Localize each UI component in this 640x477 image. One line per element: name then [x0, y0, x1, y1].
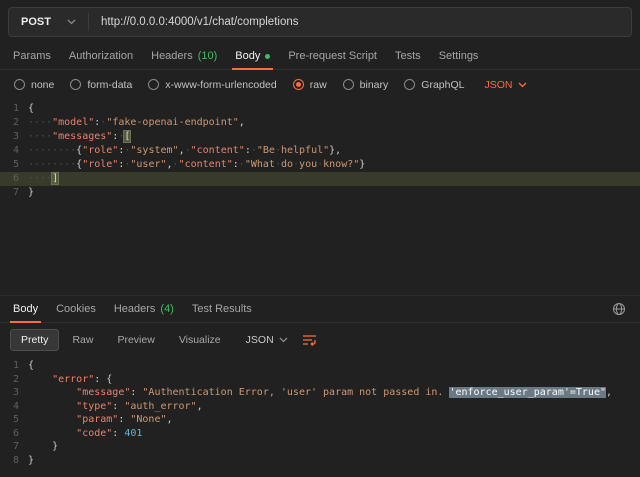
- radio-label: none: [31, 79, 54, 91]
- response-tab-test-results[interactable]: Test Results: [183, 296, 261, 322]
- body-type-form-data[interactable]: form-data: [70, 79, 132, 91]
- body-type-row: none form-data x-www-form-urlencoded raw…: [0, 70, 640, 99]
- tab-label: Cookies: [56, 303, 96, 315]
- api-client-window: POST http://0.0.0.0:4000/v1/chat/complet…: [0, 0, 640, 476]
- code-line: 3····"messages":·[: [0, 130, 640, 144]
- tab-params[interactable]: Params: [4, 43, 60, 69]
- code-line: 7}: [0, 186, 640, 200]
- view-tab-raw[interactable]: Raw: [61, 329, 104, 351]
- code-line: 4 "type": "auth_error",: [0, 400, 640, 414]
- code-line: 1{: [0, 359, 640, 373]
- radio-icon: [148, 79, 159, 90]
- response-tabs: Body Cookies Headers (4) Test Results: [0, 295, 640, 323]
- tab-settings[interactable]: Settings: [430, 43, 488, 69]
- request-body-editor[interactable]: 1{2····"model":·"fake-openai-endpoint",3…: [0, 99, 640, 295]
- code-line: 7 }: [0, 440, 640, 454]
- response-headers-count: (4): [160, 303, 173, 315]
- radio-label: raw: [310, 79, 327, 91]
- tab-tests[interactable]: Tests: [386, 43, 430, 69]
- globe-icon[interactable]: [612, 302, 626, 316]
- chevron-down-icon: [279, 337, 288, 343]
- green-dot-icon: [265, 54, 270, 59]
- response-tab-headers[interactable]: Headers (4): [105, 296, 183, 322]
- tab-label: Settings: [439, 50, 479, 62]
- response-toolbar: Pretty Raw Preview Visualize JSON: [0, 323, 640, 356]
- method-label: POST: [21, 16, 51, 28]
- view-tab-pretty[interactable]: Pretty: [10, 329, 59, 351]
- tab-headers[interactable]: Headers (10): [142, 43, 226, 69]
- body-language-dropdown[interactable]: JSON: [484, 79, 526, 91]
- body-type-graphql[interactable]: GraphQL: [404, 79, 464, 91]
- tab-label: Headers: [151, 50, 193, 62]
- code-line: 8}: [0, 454, 640, 468]
- response-language-label: JSON: [246, 334, 274, 346]
- radio-selected-icon: [293, 79, 304, 90]
- tab-label: Body: [13, 303, 38, 315]
- radio-icon: [14, 79, 25, 90]
- tab-label: Test Results: [192, 303, 252, 315]
- request-url-bar: POST http://0.0.0.0:4000/v1/chat/complet…: [8, 7, 632, 37]
- response-language-dropdown[interactable]: JSON: [246, 334, 288, 346]
- request-tabs: Params Authorization Headers (10) Body Pr…: [0, 43, 640, 70]
- tab-body[interactable]: Body: [226, 43, 279, 69]
- response-header-actions: [612, 296, 636, 322]
- radio-label: binary: [360, 79, 389, 91]
- radio-icon: [404, 79, 415, 90]
- code-line: 1{: [0, 102, 640, 116]
- tab-label: Body: [235, 50, 260, 62]
- radio-icon: [343, 79, 354, 90]
- chevron-down-icon: [67, 19, 76, 25]
- wrap-lines-icon[interactable]: [302, 334, 317, 346]
- view-tab-preview[interactable]: Preview: [106, 329, 165, 351]
- body-type-binary[interactable]: binary: [343, 79, 389, 91]
- response-tab-body[interactable]: Body: [4, 296, 47, 322]
- tab-label: Tests: [395, 50, 421, 62]
- tab-label: Headers: [114, 303, 156, 315]
- code-line: 5········{"role":·"user",·"content":·"Wh…: [0, 158, 640, 172]
- method-selector[interactable]: POST: [9, 16, 88, 28]
- code-line: 6····]: [0, 172, 640, 186]
- radio-icon: [70, 79, 81, 90]
- response-body-viewer[interactable]: 1{2 "error": {3 "message": "Authenticati…: [0, 356, 640, 476]
- code-line: 2 "error": {: [0, 373, 640, 387]
- body-type-raw[interactable]: raw: [293, 79, 327, 91]
- body-language-label: JSON: [484, 79, 512, 91]
- radio-label: x-www-form-urlencoded: [165, 79, 276, 91]
- divider: [88, 13, 89, 31]
- radio-label: form-data: [87, 79, 132, 91]
- tab-pre-request-script[interactable]: Pre-request Script: [279, 43, 386, 69]
- code-line: 4········{"role":·"system",·"content":·"…: [0, 144, 640, 158]
- code-line: 6 "code": 401: [0, 427, 640, 441]
- code-line: 2····"model":·"fake-openai-endpoint",: [0, 116, 640, 130]
- body-type-x-www-form-urlencoded[interactable]: x-www-form-urlencoded: [148, 79, 276, 91]
- url-input[interactable]: http://0.0.0.0:4000/v1/chat/completions: [101, 16, 299, 28]
- radio-label: GraphQL: [421, 79, 464, 91]
- headers-count: (10): [198, 50, 218, 62]
- chevron-down-icon: [518, 82, 527, 88]
- response-tab-cookies[interactable]: Cookies: [47, 296, 105, 322]
- tab-label: Authorization: [69, 50, 133, 62]
- tab-authorization[interactable]: Authorization: [60, 43, 142, 69]
- request-url-row: POST http://0.0.0.0:4000/v1/chat/complet…: [0, 0, 640, 43]
- tab-label: Pre-request Script: [288, 50, 377, 62]
- code-line: 3 "message": "Authentication Error, 'use…: [0, 386, 640, 400]
- view-tab-visualize[interactable]: Visualize: [168, 329, 232, 351]
- code-line: 5 "param": "None",: [0, 413, 640, 427]
- tab-label: Params: [13, 50, 51, 62]
- body-type-none[interactable]: none: [14, 79, 54, 91]
